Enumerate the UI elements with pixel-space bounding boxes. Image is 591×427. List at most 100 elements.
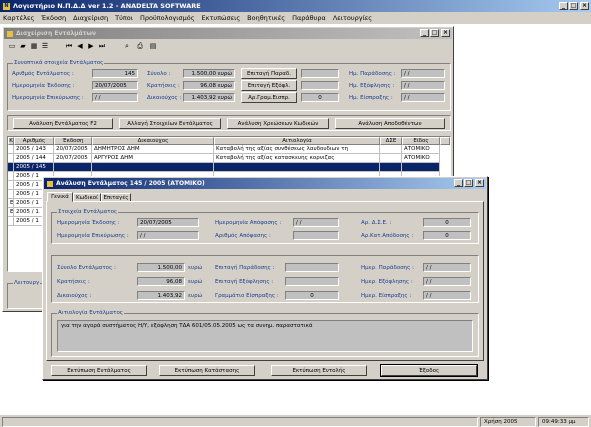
ar-gram-field[interactable]: 0: [301, 93, 339, 102]
print-icon[interactable]: ⎙: [135, 41, 145, 51]
table-cell-dse[interactable]: [380, 163, 402, 172]
maximize-icon[interactable]: □: [569, 2, 578, 10]
d-dikaiouxos-field[interactable]: 1.403,92: [137, 291, 185, 300]
arithmos-label: Αριθμός Εντάλματος :: [12, 71, 74, 77]
allagi-stoixeion-button[interactable]: Αλλαγή Στοιχείων Εντάλματος: [119, 118, 221, 129]
minimize-icon[interactable]: _: [420, 29, 429, 37]
d-apofasi-num-field[interactable]: [293, 231, 339, 240]
kratiseis-field[interactable]: 96,08 ευρώ: [183, 81, 235, 90]
table-cell-kind[interactable]: ΑΤΟΜΙΚΟ: [402, 154, 440, 163]
table-cell-who[interactable]: ΔΗΜΗΤΡΟΣ ΔΗΜ: [92, 145, 214, 154]
aitiologia-text[interactable]: για την αγορά συστήματος Η/Υ, εξόφληση Τ…: [57, 320, 473, 352]
epitagi-parod-button[interactable]: Επιταγή Παραδ.: [241, 68, 297, 79]
arithmos-field[interactable]: 145: [92, 69, 138, 78]
next-record-icon[interactable]: ▶: [86, 41, 96, 51]
epitagi-exof-button[interactable]: Επιταγή Εξόφλ.: [241, 80, 297, 91]
table-cell-kind[interactable]: [402, 163, 440, 172]
table-cell-date[interactable]: 20/07/2005: [54, 145, 92, 154]
minimize-icon[interactable]: _: [454, 179, 463, 187]
table-cell-why[interactable]: Καταβολή της αξίας συνθέσεως λαυδουδιων …: [214, 145, 380, 154]
analysi-entalmatos-button[interactable]: Ανάλυση Εντάλματος F2: [13, 118, 113, 129]
table-cell-date[interactable]: 20/07/2005: [54, 154, 92, 163]
dikaiouxos-field[interactable]: 1.403,92 ευρώ: [183, 93, 235, 102]
exoflisi-field[interactable]: / /: [401, 81, 445, 90]
d-apofasi-date-field[interactable]: / /: [293, 218, 339, 227]
table-cell-kind[interactable]: ΑΤΟΜΙΚΟ: [402, 145, 440, 154]
last-record-icon[interactable]: ⏭: [97, 41, 107, 51]
preview-icon[interactable]: ▤: [148, 41, 158, 51]
menu-bar: Καρτέλες Έκδοση Διαχείριση Τύποι Προϋπολ…: [0, 12, 591, 24]
ekdosi-field[interactable]: 20/07/2005: [92, 81, 138, 90]
close-icon[interactable]: ×: [475, 179, 484, 187]
close-icon[interactable]: ×: [580, 2, 589, 10]
menu-item[interactable]: Καρτέλες: [3, 14, 34, 22]
d-ar-kat-field[interactable]: 0: [423, 231, 471, 240]
table-icon[interactable]: ☰: [40, 41, 50, 51]
print-katastasis-button[interactable]: Εκτύπωση Κατάστασης: [159, 365, 255, 376]
status-bar: Χρήση 2005 09:49:33 μμ: [0, 414, 591, 427]
menu-item[interactable]: Εκτυπώσεις: [202, 14, 241, 22]
table-header-arithmos[interactable]: Αριθμός: [14, 137, 54, 145]
table-cell-num[interactable]: 2005 / 145: [14, 163, 54, 172]
prev-record-icon[interactable]: ◀: [75, 41, 85, 51]
d-kratiseis-field[interactable]: 96,08: [137, 277, 185, 286]
table-cell-dse[interactable]: [380, 154, 402, 163]
maximize-icon[interactable]: □: [430, 29, 439, 37]
table-header-aitiologia[interactable]: Αιτιολογία: [214, 137, 380, 145]
table-header-dse[interactable]: ΔΣΕ: [380, 137, 402, 145]
table-cell-dse[interactable]: [380, 145, 402, 154]
table-header-ekdosi[interactable]: Έκδοση: [54, 137, 92, 145]
epitagi-parod-field[interactable]: [301, 69, 339, 78]
grid-icon[interactable]: ▦: [29, 41, 39, 51]
open-icon[interactable]: ▰: [18, 41, 28, 51]
table-cell-why[interactable]: Καταβολή της αξίας κατασκευης κορνιζας: [214, 154, 380, 163]
close-icon[interactable]: ×: [441, 29, 450, 37]
dialog-title: Ανάλυση Εντάλματος 145 / 2005 (ΑΤΟΜΙΚΟ): [56, 180, 205, 187]
table-cell-num[interactable]: 2005 / 144: [14, 154, 54, 163]
table-header-eidos[interactable]: Είδος: [402, 137, 440, 145]
exit-button[interactable]: Έξοδος: [380, 364, 478, 377]
eispraxi-field[interactable]: / /: [401, 93, 445, 102]
table-cell-date[interactable]: [54, 163, 92, 172]
menu-item[interactable]: Παράθυρα: [292, 14, 326, 22]
menu-item[interactable]: Διαχείριση: [73, 14, 108, 22]
menu-item[interactable]: Προϋπολογισμός: [140, 14, 195, 22]
maximize-icon[interactable]: □: [464, 179, 473, 187]
d-epikyrosi-field[interactable]: / /: [137, 231, 199, 240]
d-gram-field[interactable]: 0: [285, 291, 339, 300]
app-title: Λογιστήριο Ν.Π.Δ.Δ ver 1.2 - ANADELTA SO…: [13, 2, 201, 10]
first-record-icon[interactable]: ⏮: [64, 41, 74, 51]
d-ekdosi-field[interactable]: 20/07/2005: [137, 218, 199, 227]
epitagi-exof-field[interactable]: [301, 81, 339, 90]
new-icon[interactable]: ▭: [7, 41, 17, 51]
menu-item[interactable]: Βοηθητικές: [247, 14, 285, 22]
ar-gram-button[interactable]: Αρ.Γραμ.Εισπρ.: [241, 92, 297, 103]
d-ep-parod-field[interactable]: [285, 263, 339, 272]
minimize-icon[interactable]: _: [559, 2, 568, 10]
d-hm-parod-field[interactable]: / /: [423, 263, 471, 272]
analysi-xreoseon-button[interactable]: Ανάλυση Χρεώσεων Κωδικών: [227, 118, 329, 129]
d-hm-exof-field[interactable]: / /: [423, 277, 471, 286]
epikyrosi-field[interactable]: / /: [92, 93, 138, 102]
menu-item[interactable]: Έκδοση: [41, 14, 66, 22]
status-year: Χρήση 2005: [480, 417, 536, 427]
table-cell-why[interactable]: [214, 163, 380, 172]
d-synolo-field[interactable]: 1.500,00: [137, 263, 185, 272]
table-cell-who[interactable]: ΑΡΓΥΡΟΣ ΔΗΜ: [92, 154, 214, 163]
synolo-field[interactable]: 1.500,00 ευρώ: [183, 69, 235, 78]
print-entalmatos-button[interactable]: Εκτύπωση Εντάλματος: [51, 365, 147, 376]
menu-item[interactable]: Λειτουργίες: [333, 14, 372, 22]
parodosi-field[interactable]: / /: [401, 69, 445, 78]
analysi-apodothenton-button[interactable]: Ανάλυση Αποδοθέντων: [335, 118, 445, 129]
table-cell-who[interactable]: [92, 163, 214, 172]
d-hm-eispr-field[interactable]: / /: [423, 291, 471, 300]
tab-genika[interactable]: Γενικά: [47, 192, 73, 202]
search-icon[interactable]: ⌕: [122, 41, 132, 51]
print-entolis-button[interactable]: Εκτύπωση Εντολής: [271, 365, 367, 376]
app-title-bar: Ν Λογιστήριο Ν.Π.Δ.Δ ver 1.2 - ANADELTA …: [0, 0, 591, 12]
menu-item[interactable]: Τύποι: [115, 14, 133, 22]
d-ep-exof-field[interactable]: [285, 277, 339, 286]
table-cell-num[interactable]: 2005 / 143: [14, 145, 54, 154]
table-header-dikaiouxos[interactable]: Δικαιούχος: [92, 137, 214, 145]
d-dse-field[interactable]: 0: [423, 218, 471, 227]
